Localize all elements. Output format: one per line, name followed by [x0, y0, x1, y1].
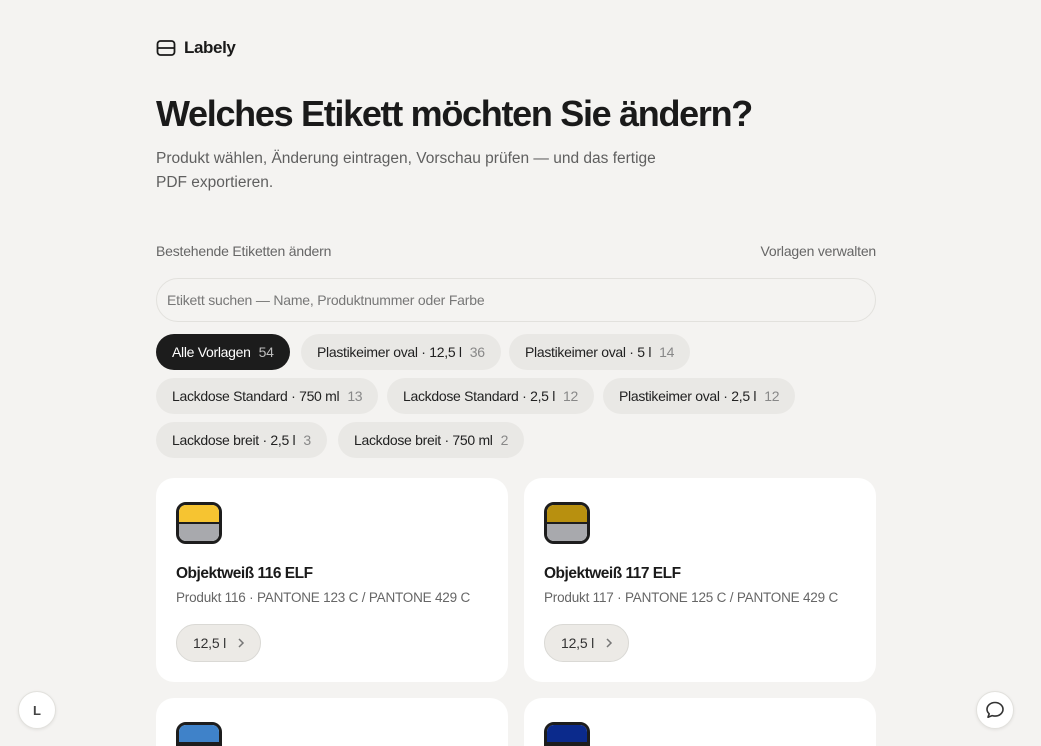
filter-chip[interactable]: Plastikeimer oval · 2,5 l 12	[603, 378, 796, 414]
label-card[interactable]	[524, 698, 876, 746]
label-icon	[156, 40, 176, 56]
manage-templates-link[interactable]: Vorlagen verwalten	[761, 243, 877, 259]
swatch-top-color	[547, 505, 587, 524]
swatch-top-color	[179, 505, 219, 524]
filter-chip-label: Lackdose Standard · 2,5 l	[403, 388, 556, 404]
filter-chip-label: Plastikeimer oval · 2,5 l	[619, 388, 757, 404]
filter-chip-count: 12	[764, 388, 780, 404]
label-card[interactable]	[156, 698, 508, 746]
brand-name: Labely	[184, 38, 236, 57]
user-avatar-button[interactable]: L	[18, 691, 56, 729]
chevron-right-icon	[238, 638, 245, 648]
label-card[interactable]: Objektweiß 116 ELF Produkt 116 · PANTONE…	[156, 478, 508, 682]
filter-chip-label: Lackdose Standard · 750 ml	[172, 388, 340, 404]
section-title: Bestehende Etiketten ändern	[156, 243, 332, 259]
swatch-bottom-color	[547, 524, 587, 541]
search-input[interactable]	[156, 278, 876, 322]
card-meta: Produkt 116 · PANTONE 123 C / PANTONE 42…	[176, 590, 471, 605]
filter-chip[interactable]: Lackdose Standard · 2,5 l 12	[387, 378, 595, 414]
card-title: Objektweiß 116 ELF	[176, 565, 313, 582]
filter-chip-count: 2	[500, 432, 509, 448]
filter-chip[interactable]: Lackdose breit · 2,5 l 3	[156, 422, 327, 458]
filter-chip-label: Plastikeimer oval · 12,5 l	[317, 344, 462, 360]
filter-chip[interactable]: Lackdose breit · 750 ml 2	[338, 422, 525, 458]
size-label: 12,5 l	[561, 635, 595, 651]
swatch-top-color	[547, 725, 587, 744]
card-title: Objektweiß 117 ELF	[544, 565, 681, 582]
filter-chip[interactable]: Plastikeimer oval · 5 l 14	[509, 334, 691, 370]
filter-chip-count: 3	[303, 432, 311, 448]
chevron-right-icon	[606, 638, 613, 648]
size-button[interactable]: 12,5 l	[176, 624, 262, 662]
filter-chip-count: 54	[258, 344, 274, 360]
filter-chip-label: Lackdose breit · 750 ml	[354, 432, 493, 448]
filter-chip-label: Lackdose breit · 2,5 l	[172, 432, 296, 448]
brand[interactable]: Labely	[156, 38, 236, 58]
page-subtitle: Produkt wählen, Änderung eintragen, Vors…	[156, 150, 656, 191]
color-swatch	[544, 722, 590, 746]
chat-button[interactable]	[976, 691, 1014, 729]
filter-chip-label: Alle Vorlagen	[172, 344, 251, 360]
size-button[interactable]: 12,5 l	[544, 624, 630, 662]
color-swatch	[176, 722, 222, 746]
filter-chip-count: 12	[563, 388, 579, 404]
chat-bubble-icon	[986, 701, 1004, 718]
swatch-top-color	[179, 725, 219, 744]
color-swatch	[176, 502, 222, 544]
page-title: Welches Etikett möchten Sie ändern?	[156, 93, 753, 134]
section-header: Bestehende Etiketten ändern Vorlagen ver…	[156, 243, 876, 259]
filter-chip[interactable]: Plastikeimer oval · 12,5 l 36	[301, 334, 501, 370]
avatar-initial: L	[33, 702, 41, 718]
filter-chip-count: 36	[469, 344, 485, 360]
color-swatch	[544, 502, 590, 544]
size-label: 12,5 l	[193, 635, 227, 651]
label-card[interactable]: Objektweiß 117 ELF Produkt 117 · PANTONE…	[524, 478, 876, 682]
filter-chip[interactable]: Lackdose Standard · 750 ml 13	[156, 378, 379, 414]
filter-chip-label: Plastikeimer oval · 5 l	[525, 344, 652, 360]
filter-chip-count: 14	[659, 344, 675, 360]
card-meta: Produkt 117 · PANTONE 125 C / PANTONE 42…	[544, 590, 839, 605]
filter-chip-count: 13	[347, 388, 363, 404]
swatch-bottom-color	[179, 524, 219, 541]
filter-chip-all[interactable]: Alle Vorlagen 54	[156, 334, 290, 370]
